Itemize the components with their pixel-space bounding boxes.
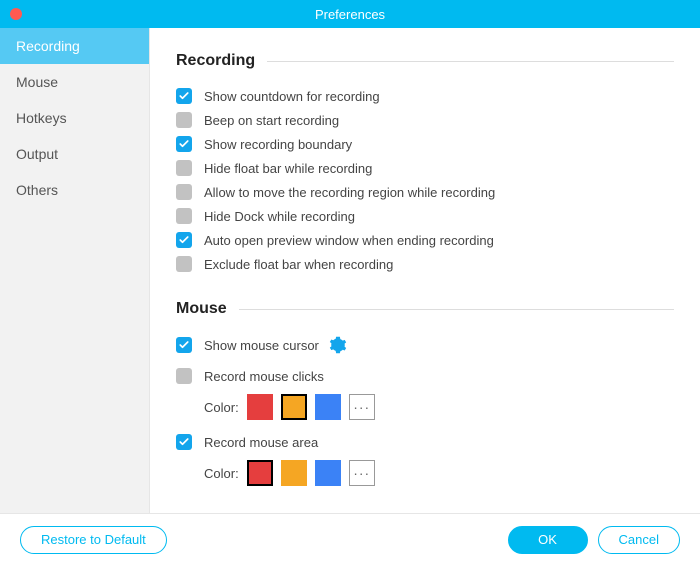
color-swatch-red[interactable] xyxy=(247,394,273,420)
option-label: Allow to move the recording region while… xyxy=(204,185,495,200)
checkbox[interactable] xyxy=(176,208,192,224)
color-swatch-orange[interactable] xyxy=(281,460,307,486)
checkbox[interactable] xyxy=(176,136,192,152)
sidebar-item-others[interactable]: Others xyxy=(0,172,149,208)
titlebar: Preferences xyxy=(0,0,700,28)
checkbox[interactable] xyxy=(176,184,192,200)
sidebar-item-label: Mouse xyxy=(16,74,58,90)
color-swatch-more[interactable]: ··· xyxy=(349,460,375,486)
option-label: Show mouse cursor xyxy=(204,338,319,353)
option-row: Show recording boundary xyxy=(176,132,674,156)
option-label: Beep on start recording xyxy=(204,113,339,128)
ok-button[interactable]: OK xyxy=(508,526,588,554)
button-label: OK xyxy=(538,532,557,547)
checkbox[interactable] xyxy=(176,232,192,248)
sidebar: Recording Mouse Hotkeys Output Others xyxy=(0,28,150,513)
cancel-button[interactable]: Cancel xyxy=(598,526,680,554)
window-title: Preferences xyxy=(0,7,700,22)
sidebar-item-label: Others xyxy=(16,182,58,198)
close-icon[interactable] xyxy=(10,8,22,20)
option-label: Exclude float bar when recording xyxy=(204,257,393,272)
checkbox[interactable] xyxy=(176,337,192,353)
checkbox[interactable] xyxy=(176,434,192,450)
option-label: Show countdown for recording xyxy=(204,89,380,104)
color-row-clicks: Color: ··· xyxy=(176,388,674,430)
content-pane: Recording Show countdown for recording B… xyxy=(150,28,700,513)
option-label: Show recording boundary xyxy=(204,137,352,152)
footer: Restore to Default OK Cancel xyxy=(0,513,700,565)
option-row: Hide Dock while recording xyxy=(176,204,674,228)
option-row: Allow to move the recording region while… xyxy=(176,180,674,204)
color-label: Color: xyxy=(204,400,239,415)
sidebar-item-hotkeys[interactable]: Hotkeys xyxy=(0,100,149,136)
option-label: Record mouse clicks xyxy=(204,369,324,384)
option-label: Record mouse area xyxy=(204,435,318,450)
section-header-mouse: Mouse xyxy=(176,300,674,318)
sidebar-item-label: Recording xyxy=(16,38,80,54)
option-label: Auto open preview window when ending rec… xyxy=(204,233,494,248)
option-label: Hide Dock while recording xyxy=(204,209,355,224)
option-label: Hide float bar while recording xyxy=(204,161,372,176)
checkbox[interactable] xyxy=(176,88,192,104)
gear-icon[interactable] xyxy=(329,336,347,354)
button-label: Cancel xyxy=(619,532,659,547)
checkbox[interactable] xyxy=(176,160,192,176)
color-swatch-more[interactable]: ··· xyxy=(349,394,375,420)
option-row: Auto open preview window when ending rec… xyxy=(176,228,674,252)
option-row: Beep on start recording xyxy=(176,108,674,132)
section-title: Mouse xyxy=(176,300,227,318)
option-row: Hide float bar while recording xyxy=(176,156,674,180)
color-swatch-orange[interactable] xyxy=(281,394,307,420)
sidebar-item-recording[interactable]: Recording xyxy=(0,28,149,64)
option-row: Exclude float bar when recording xyxy=(176,252,674,276)
divider xyxy=(267,61,674,62)
option-row-show-cursor: Show mouse cursor xyxy=(176,332,674,358)
checkbox[interactable] xyxy=(176,112,192,128)
sidebar-item-label: Hotkeys xyxy=(16,110,67,126)
color-swatch-red[interactable] xyxy=(247,460,273,486)
divider xyxy=(239,309,674,310)
checkbox[interactable] xyxy=(176,256,192,272)
option-row-record-clicks: Record mouse clicks xyxy=(176,364,674,388)
restore-default-button[interactable]: Restore to Default xyxy=(20,526,167,554)
color-label: Color: xyxy=(204,466,239,481)
checkbox[interactable] xyxy=(176,368,192,384)
sidebar-item-label: Output xyxy=(16,146,58,162)
sidebar-item-output[interactable]: Output xyxy=(0,136,149,172)
color-swatch-blue[interactable] xyxy=(315,460,341,486)
sidebar-item-mouse[interactable]: Mouse xyxy=(0,64,149,100)
color-swatch-blue[interactable] xyxy=(315,394,341,420)
color-row-area: Color: ··· xyxy=(176,454,674,496)
section-header-recording: Recording xyxy=(176,52,674,70)
button-label: Restore to Default xyxy=(41,532,146,547)
section-title: Recording xyxy=(176,52,255,70)
option-row: Show countdown for recording xyxy=(176,84,674,108)
option-row-record-area: Record mouse area xyxy=(176,430,674,454)
